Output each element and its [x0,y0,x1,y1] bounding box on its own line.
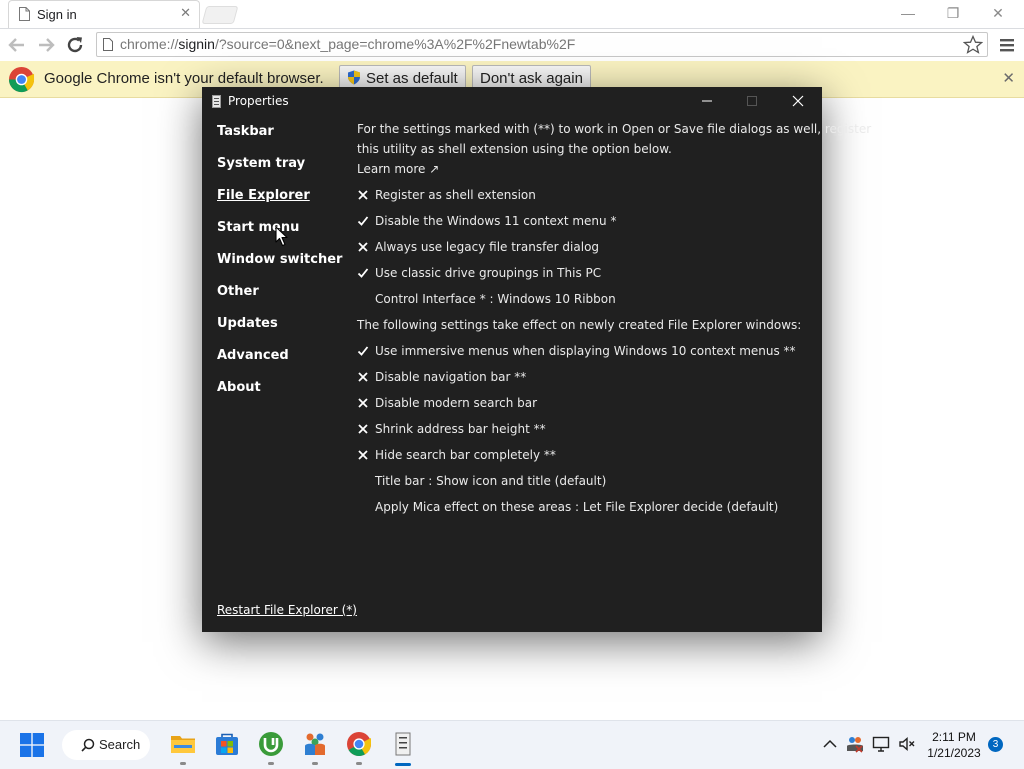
properties-app-icon[interactable] [390,731,416,757]
taskbar-search-button[interactable]: Search [62,730,150,760]
reload-icon[interactable] [64,34,86,56]
option-label: Hide search bar completely ** [375,448,556,462]
nav-item-file-explorer[interactable]: File Explorer [217,188,310,203]
dialog-minimize-icon[interactable] [698,93,716,109]
page-icon [103,38,113,51]
new-tab-button[interactable] [201,6,239,24]
search-label: Search [99,737,141,752]
clock-time: 2:11 PM [932,730,976,744]
volume-muted-icon[interactable] [898,735,916,753]
set-as-default-label: Set as default [366,70,458,87]
tab-sign-in[interactable]: Sign in ✕ [8,0,200,28]
browser-toolbar: chrome://signin/?source=0&next_page=chro… [0,29,1024,60]
microsoft-store-icon[interactable] [214,731,240,757]
file-explorer-icon[interactable] [170,731,196,757]
page-icon [19,7,30,21]
running-indicator [312,762,318,765]
option-label: Register as shell extension [375,188,536,202]
notification-badge[interactable]: 3 [988,737,1003,752]
people-app-icon[interactable] [302,731,328,757]
cross-icon [358,450,368,460]
nav-item-taskbar[interactable]: Taskbar [217,124,274,139]
learn-more-link[interactable]: Learn more ↗ [357,162,439,176]
search-icon [81,738,95,752]
url-text: chrome://signin/?source=0&next_page=chro… [120,36,576,52]
nav-item-advanced[interactable]: Advanced [217,348,289,363]
display-tray-icon[interactable] [872,735,890,753]
option-label: Disable the Windows 11 context menu * [375,214,617,228]
tab-close-icon[interactable]: ✕ [180,5,191,21]
nav-item-about[interactable]: About [217,380,261,395]
checkmark-icon [357,268,369,278]
tab-title: Sign in [37,7,77,22]
option-label: Title bar : Show icon and title (default… [375,474,607,488]
active-window-indicator [395,763,411,766]
window-restore-icon[interactable]: ❐ [943,4,963,22]
running-indicator [356,762,362,765]
back-arrow-icon[interactable] [6,34,28,56]
infobar-close-icon[interactable]: ✕ [1002,69,1015,87]
windows-start-icon[interactable] [20,733,44,757]
cross-icon [358,242,368,252]
taskbar-clock[interactable]: 2:11 PM 1/21/2023 [921,729,987,761]
address-bar[interactable]: chrome://signin/?source=0&next_page=chro… [96,32,988,57]
cross-icon [358,190,368,200]
clock-date: 1/21/2023 [927,746,981,760]
restart-file-explorer-link[interactable]: Restart File Explorer (*) [217,603,357,617]
option-label: Use classic drive groupings in This PC [375,266,602,280]
dialog-title: Properties [228,94,289,108]
nav-item-window-switcher[interactable]: Window switcher [217,252,342,267]
option-label: Apply Mica effect on these areas : Let F… [375,500,779,514]
option-label: Use immersive menus when displaying Wind… [375,344,796,358]
mouse-cursor-icon [275,226,288,247]
uac-shield-icon [348,70,360,85]
option-label: Disable navigation bar ** [375,370,527,384]
utorrent-icon[interactable] [258,731,284,757]
intro-text-line-2: this utility as shell extension using th… [357,142,672,156]
dialog-titlebar[interactable]: Properties [202,87,822,115]
checkmark-icon [357,346,369,356]
chrome-icon[interactable] [346,731,372,757]
chevron-up-icon[interactable] [822,737,838,751]
network-people-tray-icon[interactable] [846,735,864,753]
cross-icon [358,398,368,408]
dialog-close-icon[interactable] [789,93,807,109]
chrome-logo-icon [8,66,35,93]
running-indicator [268,762,274,765]
bookmark-star-icon[interactable] [963,35,983,55]
forward-arrow-icon[interactable] [35,34,57,56]
option-label: Shrink address bar height ** [375,422,546,436]
option-label: Always use legacy file transfer dialog [375,240,600,254]
option-label: Control Interface * : Windows 10 Ribbon [375,292,616,306]
properties-app-icon [212,95,221,108]
option-label: Disable modern search bar [375,396,538,410]
browser-menu-icon[interactable] [998,36,1016,54]
nav-item-updates[interactable]: Updates [217,316,278,331]
nav-item-system-tray[interactable]: System tray [217,156,305,171]
windows-taskbar: Search 2:11 PM 1/21/2023 3 [0,720,1024,769]
properties-dialog: Properties Taskbar System tray File Expl… [202,87,871,632]
window-minimize-icon[interactable]: — [898,4,918,22]
nav-item-other[interactable]: Other [217,284,259,299]
tab-strip: Sign in ✕ — ❐ ✕ [0,0,1024,29]
cross-icon [358,372,368,382]
checkmark-icon [357,216,369,226]
section-heading: The following settings take effect on ne… [357,318,802,332]
dialog-maximize-icon [747,96,757,106]
window-close-icon[interactable]: ✕ [988,4,1008,22]
intro-text-line-1: For the settings marked with (**) to wor… [357,122,872,136]
running-indicator [180,762,186,765]
cross-icon [358,424,368,434]
infobar-message: Google Chrome isn't your default browser… [44,70,324,87]
